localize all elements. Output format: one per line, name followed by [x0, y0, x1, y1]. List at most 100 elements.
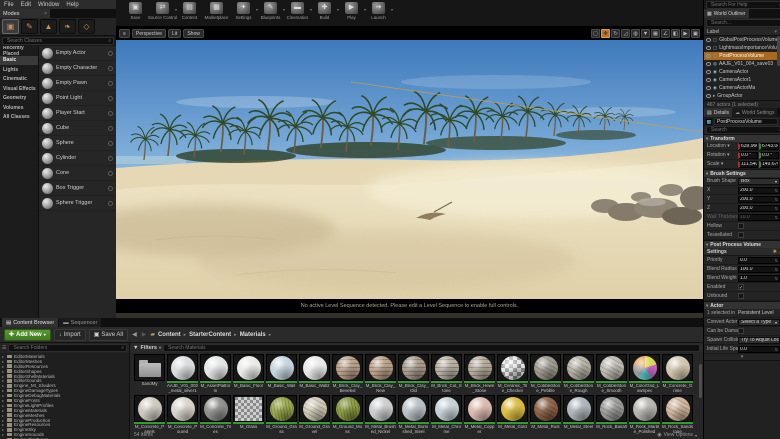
- placeable-box-trigger[interactable]: Box Trigger: [39, 181, 116, 196]
- number-field[interactable]: 0.0⇅: [738, 257, 780, 264]
- drag-handle-icon[interactable]: [108, 186, 113, 191]
- toolbar-settings[interactable]: ✦Settings▾: [230, 2, 257, 26]
- y-value[interactable]: 0.0 °: [759, 152, 779, 159]
- section-transform[interactable]: ▾Transform: [704, 134, 780, 142]
- drag-handle-icon[interactable]: [108, 126, 113, 131]
- asset-grid-scrollbar[interactable]: [699, 364, 702, 398]
- drag-handle-icon[interactable]: [108, 81, 113, 86]
- drag-handle-icon[interactable]: [108, 111, 113, 116]
- expand-details-icon[interactable]: ▾: [704, 354, 780, 361]
- visibility-eye-icon[interactable]: [706, 62, 711, 66]
- outliner-row-groupactor[interactable]: ▸GroupActor: [704, 92, 780, 100]
- drag-handle-icon[interactable]: [108, 66, 113, 71]
- outliner-row-globalpostprocessvolume[interactable]: ▢GlobalPostProcessVolume: [704, 36, 780, 44]
- outliner-row-lightmassimportancevolume[interactable]: ▢LightmassImportanceVolume: [704, 44, 780, 52]
- menu-edit[interactable]: Edit: [21, 2, 31, 8]
- drag-handle-icon[interactable]: [108, 51, 113, 56]
- visibility-eye-icon[interactable]: [706, 54, 711, 58]
- outliner-row-cameraactorma[interactable]: ◉CameraActorMa: [704, 84, 780, 92]
- geometry-mode-icon[interactable]: ◇: [78, 19, 95, 34]
- rotation-snap-toggle-icon[interactable]: ∠: [661, 29, 670, 38]
- breadcrumb-content[interactable]: Content: [158, 332, 181, 338]
- category-visual-effects[interactable]: Visual Effects: [0, 84, 38, 94]
- visibility-eye-icon[interactable]: [706, 70, 711, 74]
- viewport-options-icon[interactable]: ≡: [119, 29, 130, 38]
- toolbar-launch[interactable]: ➔Launch▾: [365, 2, 392, 26]
- scale-snap-toggle-icon[interactable]: ◧: [671, 29, 680, 38]
- spinner-icon[interactable]: ⇅: [775, 206, 778, 211]
- drag-handle-icon[interactable]: [108, 171, 113, 176]
- landscape-mode-icon[interactable]: ▲: [40, 19, 57, 34]
- visibility-eye-icon[interactable]: [706, 46, 711, 50]
- outliner-scrollbar[interactable]: [777, 36, 780, 66]
- asset-m-concrete-tiles[interactable]: M_Concrete_Tiles: [200, 395, 231, 435]
- section-actor[interactable]: ▾Actor: [704, 301, 780, 309]
- asset-m-brick-cut-stone[interactable]: M_Brick_Cut_Stone: [431, 354, 462, 394]
- outliner-row-aaje-v01-004-save03[interactable]: ◍AAJE_V01_004_save03: [704, 60, 780, 68]
- chevron-down-icon[interactable]: ▾: [391, 7, 393, 12]
- asset-m-metal-chrome[interactable]: M_Metal_Chrome: [431, 395, 462, 435]
- asset-m-metal-steel[interactable]: M_Metal_Steel: [563, 395, 594, 435]
- asset-m-basic-floor[interactable]: M_Basic_Floor: [233, 354, 264, 394]
- asset-m-metal-copper[interactable]: M_Metal_Copper: [464, 395, 495, 435]
- placeable-point-light[interactable]: Point Light: [39, 91, 116, 106]
- number-field[interactable]: 100.0⇅: [738, 266, 780, 273]
- dropdown-brush-shape[interactable]: Box▾: [738, 178, 780, 185]
- x-value[interactable]: 0.0 °: [738, 152, 758, 159]
- asset-m-rock-sandstone[interactable]: M_Rock_Sandstone: [662, 395, 693, 435]
- asset-m-ground-moss[interactable]: M_Ground_Moss: [332, 395, 363, 435]
- asset-m-brick-clay-old[interactable]: M_Brick_Clay_Old: [398, 354, 429, 394]
- asset-m-ground-gravel[interactable]: M_Ground_Gravel: [299, 395, 330, 435]
- asset-m-basic-wall2[interactable]: M_Basic_Wall2: [299, 354, 330, 394]
- category-basic[interactable]: Basic: [0, 56, 38, 66]
- forward-arrow-icon[interactable]: ▶: [141, 331, 148, 338]
- x-value[interactable]: 111.54035: [738, 161, 758, 168]
- visibility-eye-icon[interactable]: [706, 94, 711, 98]
- number-field[interactable]: 10.0⇅: [738, 214, 780, 221]
- asset-m-ceramic-tile-checker[interactable]: M_Ceramic_Tile_Checker: [497, 354, 528, 394]
- tab-world-outliner[interactable]: ▦ World Outliner: [704, 9, 749, 18]
- actor-name-field[interactable]: PostProcessVolume: [714, 118, 778, 125]
- subheader-settings[interactable]: Settings✳: [704, 248, 780, 256]
- perspective-button[interactable]: Perspective: [132, 29, 166, 38]
- placeable-cylinder[interactable]: Cylinder: [39, 151, 116, 166]
- asset-m-brick-hewn-stone[interactable]: M_Brick_Hewn_Stone: [464, 354, 495, 394]
- asset-m-ground-grass[interactable]: M_Ground_Grass: [266, 395, 297, 435]
- placeable-cone[interactable]: Cone: [39, 166, 116, 181]
- viewport-scene[interactable]: [116, 40, 703, 299]
- placeable-empty-actor[interactable]: Empty Actor: [39, 46, 116, 61]
- place-mode-icon[interactable]: ▣: [2, 19, 19, 34]
- back-arrow-icon[interactable]: ◀: [131, 331, 138, 338]
- view-options-button[interactable]: ◉ View Options ▾: [657, 432, 697, 438]
- asset-m-glass[interactable]: M_Glass: [233, 395, 264, 435]
- spinner-icon[interactable]: ⇅: [775, 188, 778, 193]
- checkbox-tessellated[interactable]: [738, 232, 744, 238]
- toolbar-build[interactable]: ✚Build▾: [311, 2, 338, 26]
- y-value[interactable]: 6743.0459: [759, 143, 779, 150]
- number-field[interactable]: 1.0⇅: [738, 275, 780, 282]
- placeable-sphere-trigger[interactable]: Sphere Trigger: [39, 196, 116, 211]
- spinner-icon[interactable]: ⇅: [775, 215, 778, 220]
- asset-m-metal-gold[interactable]: M_Metal_Gold: [497, 395, 528, 435]
- asset-sandmy[interactable]: SandMy: [134, 354, 165, 394]
- checkbox-can-be-damaged[interactable]: [738, 328, 744, 334]
- asset-m-colorgrid-lowspec[interactable]: M_ColorGrid_LowSpec: [629, 354, 660, 394]
- asset-m-basic-wall[interactable]: M_Basic_Wall: [266, 354, 297, 394]
- search-folders-input[interactable]: [11, 344, 121, 352]
- dropdown-spawn-collision-ha[interactable]: Try To Adjust Location▾: [738, 337, 780, 344]
- category-lights[interactable]: Lights: [0, 65, 38, 75]
- asset-m-concrete-grime[interactable]: M_Concrete_Grime: [662, 354, 693, 394]
- breadcrumb-materials[interactable]: Materials: [240, 332, 266, 338]
- close-icon[interactable]: ×: [44, 11, 47, 17]
- asset-m-rock-marble-polished[interactable]: M_Rock_Marble_Polished: [629, 395, 660, 435]
- outliner-row-cameraactor[interactable]: ◉CameraActor: [704, 68, 780, 76]
- camera-speed-icon[interactable]: ▶: [681, 29, 690, 38]
- translate-tool-icon[interactable]: ✛: [601, 29, 610, 38]
- number-field[interactable]: 200.0⇅: [738, 187, 780, 194]
- drag-handle-icon[interactable]: [108, 156, 113, 161]
- asset-m-rock-basalt[interactable]: M_Rock_Basalt: [596, 395, 627, 435]
- asset-m-cobblestone-pebble[interactable]: M_CobbleStone_Pebble: [530, 354, 561, 394]
- x-value[interactable]: 639.96057: [738, 143, 758, 150]
- tab-details[interactable]: ▤ Details: [704, 108, 732, 117]
- search-assets-input[interactable]: [166, 344, 697, 352]
